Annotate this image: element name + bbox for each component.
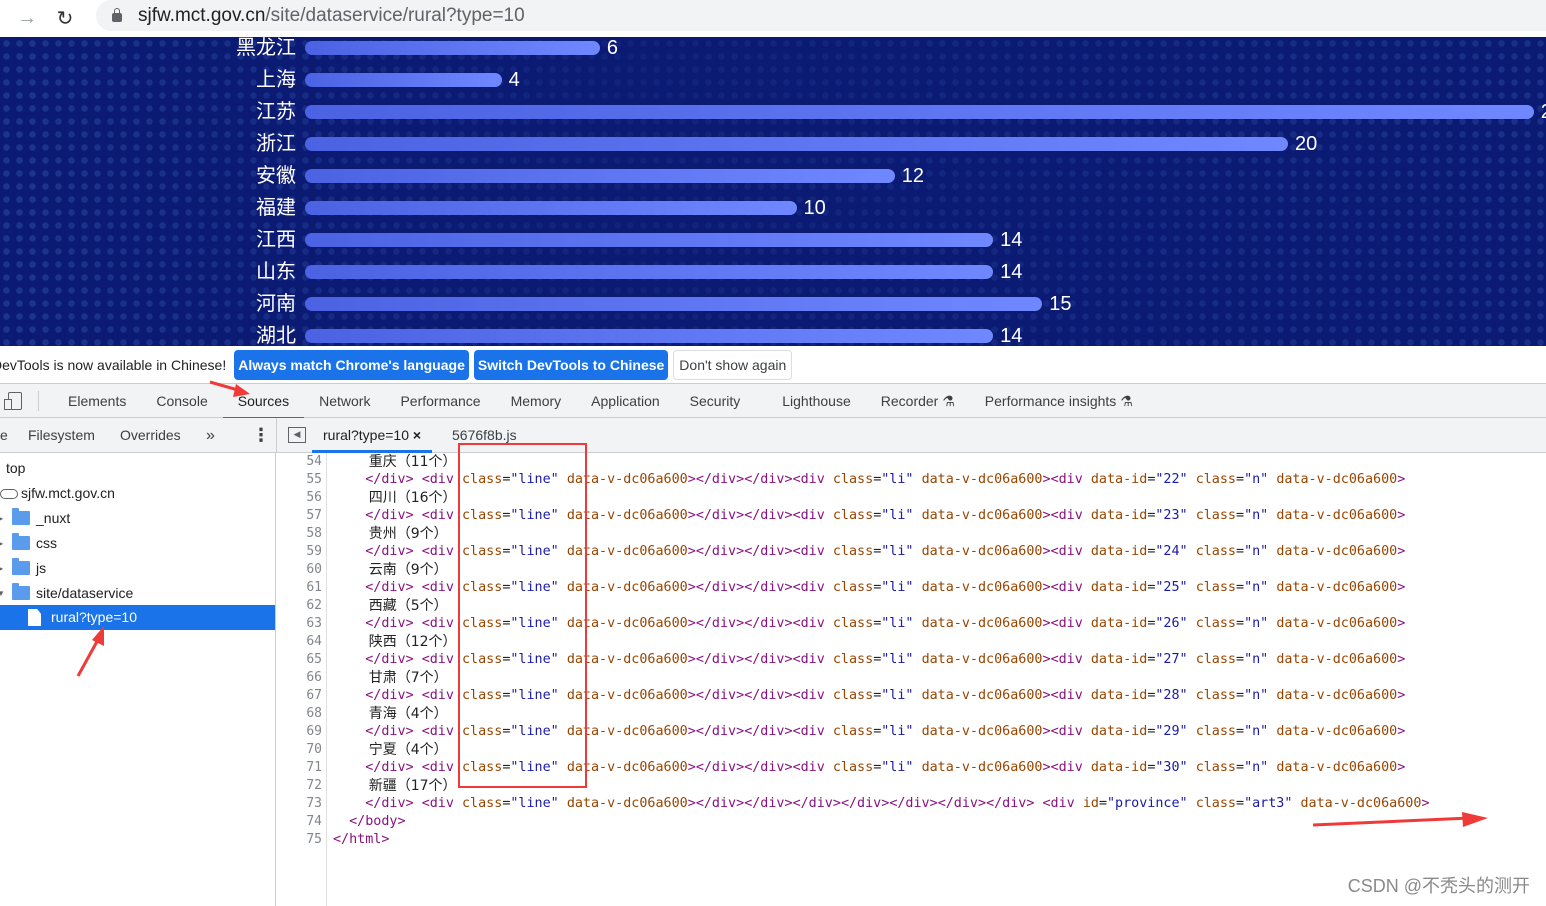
arrowhead [1462, 812, 1488, 827]
watermark: CSDN @不秃头的测开 [1347, 876, 1530, 896]
arrowhead [92, 626, 104, 646]
annotation-arrows [76, 380, 1488, 827]
arrowhead [233, 384, 250, 397]
arrow-to-province [1312, 816, 1471, 827]
